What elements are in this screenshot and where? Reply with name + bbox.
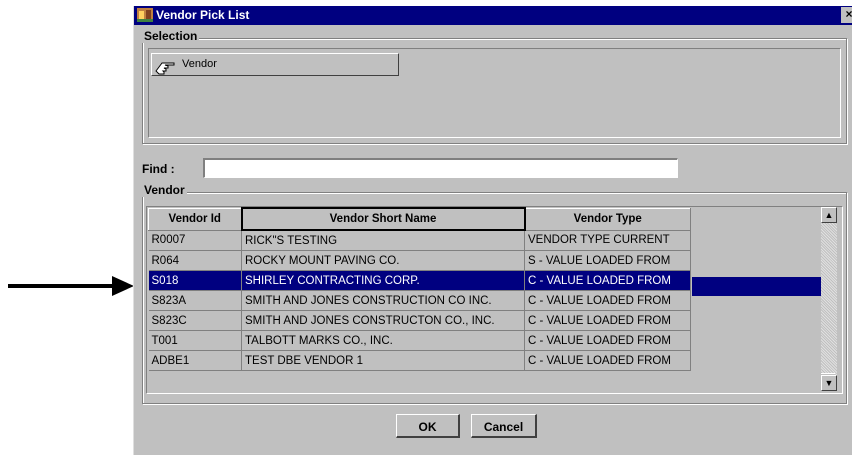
vendor-name-cell: ROCKY MOUNT PAVING CO. [241,250,525,271]
vendor-type-cell: S - VALUE LOADED FROM [524,250,691,271]
table-row[interactable]: R0007 RICK"S TESTING VENDOR TYPE CURRENT [148,230,691,251]
table-row[interactable]: T001 TALBOTT MARKS CO., INC. C - VALUE L… [148,330,691,351]
close-button[interactable]: × [841,7,852,23]
vendor-type-cell: C - VALUE LOADED FROM [524,330,691,351]
find-label: Find : [142,162,175,176]
selection-group-label: Selection [142,29,200,43]
column-header-vendor-id[interactable]: Vendor Id [148,207,242,231]
title-bar[interactable]: Vendor Pick List × [134,6,852,25]
vendor-group-label: Vendor [142,183,187,197]
vendor-chip-label: Vendor [182,58,217,70]
vertical-scrollbar[interactable]: ▲ ▼ [821,207,837,391]
vendor-id-cell: ADBE1 [148,350,242,371]
vendor-type-cell: C - VALUE LOADED FROM [524,270,691,291]
vendor-id-cell: R0007 [148,230,242,251]
table-header-row: Vendor Id Vendor Short Name Vendor Type [148,207,691,231]
window-title: Vendor Pick List [156,8,250,22]
table-row-selected[interactable]: S018 SHIRLEY CONTRACTING CORP. C - VALUE… [148,270,691,291]
cancel-button[interactable]: Cancel [471,414,537,438]
vendor-id-cell: S823A [148,290,242,311]
vendor-type-cell: VENDOR TYPE CURRENT [524,230,691,251]
ok-button[interactable]: OK [396,414,460,438]
vendor-id-cell: S018 [148,270,242,291]
vendor-name-cell: SMITH AND JONES CONSTRUCTION CO INC. [241,290,525,311]
vendor-type-cell: C - VALUE LOADED FROM [524,350,691,371]
vendor-type-cell: C - VALUE LOADED FROM [524,310,691,331]
scroll-down-icon[interactable]: ▼ [821,375,837,391]
vendor-pick-list-dialog: Vendor Pick List × Selection Vendor Find… [133,6,852,455]
vendor-selection-chip[interactable]: Vendor [151,53,399,76]
table-row[interactable]: ADBE1 TEST DBE VENDOR 1 C - VALUE LOADED… [148,350,691,371]
column-header-vendor-short-name[interactable]: Vendor Short Name [240,207,526,231]
vendor-type-cell: C - VALUE LOADED FROM [524,290,691,311]
vendor-id-cell: T001 [148,330,242,351]
vendor-name-cell: SHIRLEY CONTRACTING CORP. [241,270,525,291]
vendor-id-cell: S823C [148,310,242,331]
right-arrow-icon [8,276,134,296]
table-row[interactable]: S823A SMITH AND JONES CONSTRUCTION CO IN… [148,290,691,311]
vendor-table: Vendor Id Vendor Short Name Vendor Type … [148,207,691,371]
table-row[interactable]: R064 ROCKY MOUNT PAVING CO. S - VALUE LO… [148,250,691,271]
selected-row-extension [692,277,822,296]
vendor-name-cell: RICK"S TESTING [241,230,525,251]
vendor-name-cell: SMITH AND JONES CONSTRUCTON CO., INC. [241,310,525,331]
table-row[interactable]: S823C SMITH AND JONES CONSTRUCTON CO., I… [148,310,691,331]
vendor-app-icon [137,8,153,22]
find-input[interactable] [203,158,678,178]
scroll-up-icon[interactable]: ▲ [821,207,837,223]
vendor-name-cell: TALBOTT MARKS CO., INC. [241,330,525,351]
pointing-hand-icon [155,62,175,75]
vendor-id-cell: R064 [148,250,242,271]
vendor-name-cell: TEST DBE VENDOR 1 [241,350,525,371]
grid-empty-area [692,227,822,379]
column-header-vendor-type[interactable]: Vendor Type [524,207,691,231]
